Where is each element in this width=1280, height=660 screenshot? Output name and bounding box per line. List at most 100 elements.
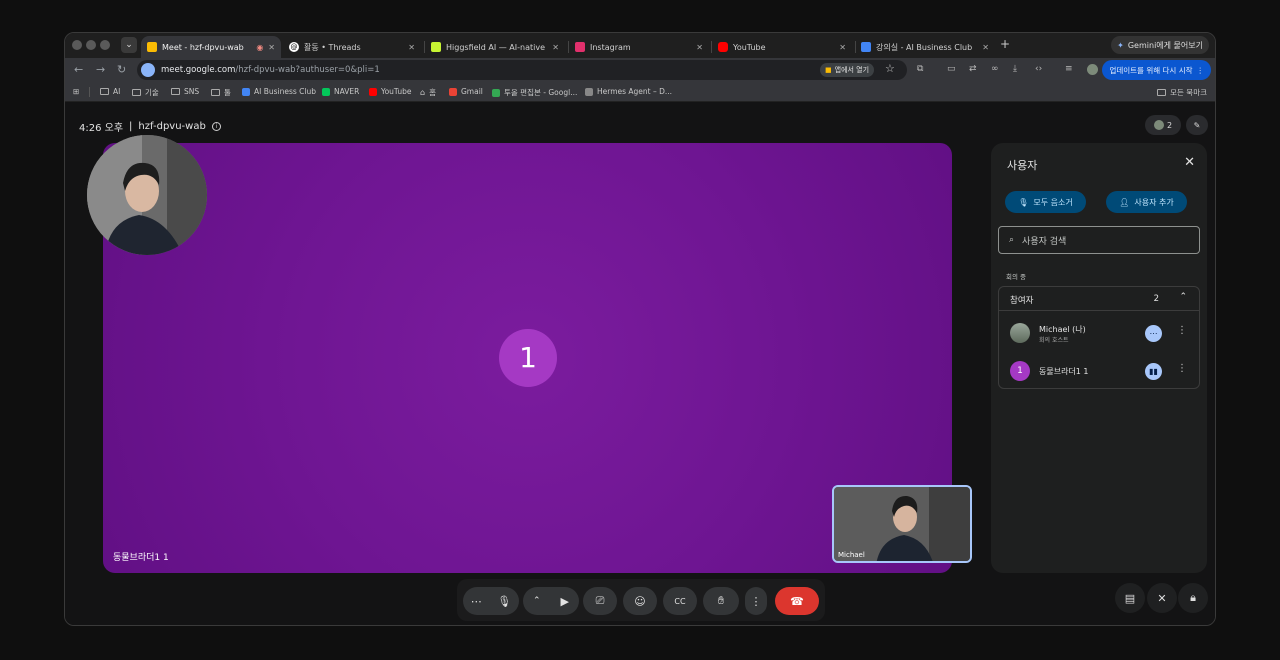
url-host: meet.google.com	[161, 65, 236, 75]
browser-toolbar: ← → ↻ meet.google.com/hzf-dpvu-wab?authu…	[65, 58, 1215, 82]
code-icon[interactable]: ‹›	[1035, 64, 1042, 74]
close-tab-icon[interactable]: ✕	[408, 43, 415, 52]
contributors-header[interactable]: 참여자 2 ⌃	[999, 287, 1199, 311]
close-tab-icon[interactable]: ✕	[839, 43, 846, 52]
close-tab-icon[interactable]: ✕	[696, 43, 703, 52]
microphone-group: ⋯ 🎙︎	[463, 587, 519, 615]
back-arrow-icon[interactable]: ←	[74, 63, 83, 76]
bookmark-folder-tech[interactable]: 기술	[132, 87, 159, 98]
captions-button[interactable]: CC	[663, 587, 697, 615]
profile-avatar[interactable]	[1087, 64, 1098, 75]
person-add-icon: 👤︎	[1119, 197, 1130, 207]
forward-arrow-icon[interactable]: →	[96, 63, 105, 76]
call-controls: ⋯ 🎙︎ ⌃ ▶︎ ⎚ ☺ CC ✋︎ ⋮ ☎︎	[457, 579, 825, 621]
self-tile-name: Michael	[838, 551, 865, 559]
reading-list-icon[interactable]: ≡	[1065, 64, 1073, 74]
bookmark-google-drive[interactable]: 투올 편집본 - Googl...	[492, 87, 577, 98]
reactions-button[interactable]: ☺	[623, 587, 657, 615]
link-icon[interactable]: ∞	[991, 64, 999, 74]
tab-meet[interactable]: Meet - hzf-dpvu-wab ◉ ✕	[141, 36, 281, 58]
bookmark-folder-tools[interactable]: 툴	[211, 87, 231, 98]
site-info-icon[interactable]	[141, 63, 155, 77]
gmail-icon	[449, 87, 457, 96]
drive-icon	[492, 88, 500, 97]
maximize-window-button[interactable]	[100, 40, 110, 50]
audio-options-icon[interactable]: ⋯	[471, 595, 482, 608]
activities-button[interactable]: ✕	[1147, 583, 1177, 613]
avatar: 1	[1010, 361, 1030, 381]
apps-grid-icon[interactable]: ⊞	[73, 87, 79, 96]
raise-hand-button[interactable]: ✋︎	[703, 587, 739, 615]
chat-icon: ▤	[1124, 591, 1136, 605]
self-view-tile[interactable]: Michael	[832, 485, 972, 563]
bookmark-home[interactable]: ⌂ 홈	[420, 87, 436, 98]
all-bookmarks-button[interactable]: 모든 북마크	[1157, 87, 1207, 98]
bookmark-youtube[interactable]: YouTube	[369, 87, 412, 96]
activities-icon: ✕	[1157, 591, 1167, 605]
naver-icon	[322, 87, 330, 96]
host-controls-button[interactable]: 🔒︎	[1178, 583, 1208, 613]
stage-participant-name: 동물브라더1 1	[113, 553, 169, 563]
bookmark-folder-sns[interactable]: SNS	[171, 87, 199, 96]
youtube-favicon-icon	[718, 42, 728, 52]
bookmark-star-icon[interactable]: ☆	[885, 62, 895, 75]
info-icon[interactable]: i	[211, 122, 221, 131]
download-icon[interactable]: ⤓	[1013, 64, 1017, 74]
address-bar[interactable]: meet.google.com/hzf-dpvu-wab?authuser=0&…	[137, 60, 907, 80]
close-tab-icon[interactable]: ✕	[268, 43, 275, 52]
add-people-button[interactable]: 👤︎ 사용자 추가	[1106, 191, 1187, 213]
recording-icon: ◉	[256, 42, 264, 52]
more-horiz-icon[interactable]: ⋯	[1145, 325, 1162, 342]
tab-higgsfield[interactable]: Higgsfield AI — AI-native crea ✕	[425, 36, 565, 58]
folder-icon	[100, 88, 109, 95]
tab-threads[interactable]: @ 활동 • Threads ✕	[283, 36, 421, 58]
camera-icon[interactable]: ▶︎	[561, 595, 569, 608]
close-icon[interactable]: ✕	[1184, 155, 1195, 170]
tab-search-chevron-icon[interactable]: ⌄	[121, 37, 137, 53]
tab-ai-business-club[interactable]: 강의실 - AI Business Club ✕	[855, 36, 995, 58]
leave-call-button[interactable]: ☎︎	[775, 587, 819, 615]
video-options-chevron-icon[interactable]: ⌃	[533, 596, 541, 606]
translate-icon[interactable]: ⇄	[969, 64, 977, 74]
participant-row: 1 동물브라더1 1 ▮▮ ⋮	[999, 353, 1199, 389]
participants-badge[interactable]: 2	[1145, 115, 1181, 135]
people-panel: 사용자 ✕ 🎙︎ 모두 음소거 👤︎ 사용자 추가 ⌕ 사용자 검색 회의 중 …	[991, 143, 1207, 573]
minimize-window-button[interactable]	[86, 40, 96, 50]
folder-icon	[1157, 89, 1167, 96]
people-avatars-icon	[1153, 120, 1164, 130]
restart-to-update-button[interactable]: 업데이트를 위해 다시 시작 ⋮	[1102, 60, 1211, 80]
reload-icon[interactable]: ↻	[117, 63, 126, 76]
more-options-button[interactable]: ⋮	[745, 587, 767, 615]
more-vert-icon: ⋮	[750, 594, 762, 608]
present-screen-button[interactable]: ⎚	[583, 587, 617, 615]
more-vert-icon[interactable]: ⋮	[1177, 325, 1187, 336]
tab-strip: ⌄ Meet - hzf-dpvu-wab ◉ ✕ @ 활동 • Threads…	[65, 33, 1215, 58]
companion-mode-button[interactable]: ✎	[1186, 115, 1208, 135]
new-tab-button[interactable]: +	[1000, 37, 1010, 51]
extensions-icon[interactable]: ⧉	[917, 64, 923, 74]
close-window-button[interactable]	[72, 40, 82, 50]
header-separator: |	[129, 121, 133, 132]
more-vert-icon: ⋮	[1196, 65, 1205, 75]
avatar	[1010, 323, 1030, 343]
tab-instagram[interactable]: Instagram ✕	[569, 36, 709, 58]
bookmark-ai-business-club[interactable]: AI Business Club	[242, 87, 316, 96]
bookmark-naver[interactable]: NAVER	[322, 87, 359, 96]
bookmark-folder-ai[interactable]: AI	[100, 87, 120, 96]
mute-all-button[interactable]: 🎙︎ 모두 음소거	[1005, 191, 1086, 213]
cast-icon[interactable]: ▭	[947, 64, 956, 74]
browser-window: ⌄ Meet - hzf-dpvu-wab ◉ ✕ @ 활동 • Threads…	[64, 32, 1216, 626]
bookmark-gmail[interactable]: Gmail	[449, 87, 483, 96]
close-tab-icon[interactable]: ✕	[982, 43, 989, 52]
close-tab-icon[interactable]: ✕	[552, 43, 559, 52]
more-vert-icon[interactable]: ⋮	[1177, 363, 1187, 374]
open-in-app-button[interactable]: ■ 앱에서 열기	[820, 63, 875, 77]
gemini-button[interactable]: ✦ Gemini에게 물어보기	[1111, 36, 1209, 54]
tab-youtube[interactable]: YouTube ✕	[712, 36, 852, 58]
search-people-input[interactable]: ⌕ 사용자 검색	[998, 226, 1200, 254]
in-meeting-label: 회의 중	[1006, 273, 1027, 281]
bookmark-hermes-agent[interactable]: Hermes Agent – D...	[585, 87, 672, 96]
captions-icon: CC	[674, 596, 686, 606]
chat-button[interactable]: ▤	[1115, 583, 1145, 613]
microphone-icon[interactable]: 🎙︎	[497, 595, 511, 608]
